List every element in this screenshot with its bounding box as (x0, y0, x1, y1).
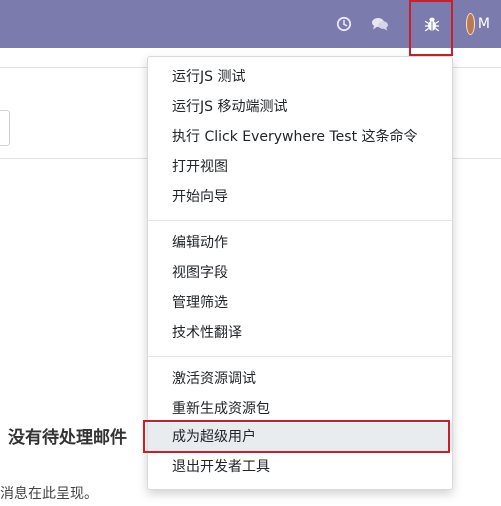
menu-item-manage-filters[interactable]: 管理筛选 (148, 289, 452, 317)
search-input[interactable] (0, 110, 10, 146)
top-navbar: M (0, 0, 501, 48)
menu-item-leave-developer-tools[interactable]: 退出开发者工具 (148, 453, 452, 481)
empty-state-title: 没有待处理邮件 (8, 428, 127, 448)
menu-item-edit-action[interactable]: 编辑动作 (148, 229, 452, 257)
menu-divider (148, 356, 452, 357)
clock-icon[interactable] (332, 12, 356, 36)
user-menu[interactable]: M (466, 12, 490, 36)
menu-item-activate-assets-debug[interactable]: 激活资源调试 (148, 365, 452, 393)
menu-item-become-superuser[interactable]: 成为超级用户 (148, 423, 452, 451)
menu-item-run-js-tests[interactable]: 运行JS 测试 (148, 63, 452, 91)
menu-item-run-js-mobile-tests[interactable]: 运行JS 移动端测试 (148, 93, 452, 121)
avatar (466, 13, 475, 35)
empty-state-text: 消息在此呈现。 (0, 486, 98, 502)
menu-divider (148, 220, 452, 221)
debug-dropdown-menu: 运行JS 测试 运行JS 移动端测试 执行 Click Everywhere T… (147, 56, 453, 490)
menu-item-view-fields[interactable]: 视图字段 (148, 259, 452, 287)
user-name: M (477, 16, 490, 32)
menu-item-technical-translation[interactable]: 技术性翻译 (148, 319, 452, 347)
menu-item-open-view[interactable]: 打开视图 (148, 153, 452, 181)
menu-item-start-tour[interactable]: 开始向导 (148, 183, 452, 211)
menu-item-regenerate-assets[interactable]: 重新生成资源包 (148, 395, 452, 423)
chat-icon[interactable] (368, 12, 392, 36)
bug-icon[interactable] (420, 12, 444, 36)
menu-item-click-everywhere-test[interactable]: 执行 Click Everywhere Test 这条命令 (148, 123, 452, 151)
